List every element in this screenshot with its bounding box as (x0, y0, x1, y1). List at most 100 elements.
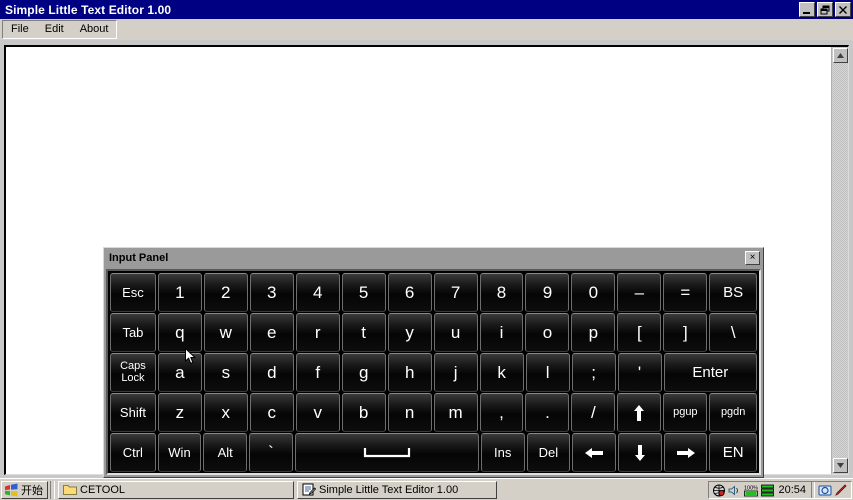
input-panel-title: Input Panel (109, 252, 169, 264)
key-4[interactable]: 4 (295, 273, 340, 312)
minimize-button[interactable] (799, 2, 815, 17)
key-l[interactable]: l (525, 353, 570, 392)
pen-icon[interactable] (834, 483, 848, 497)
key-label: v (313, 402, 322, 422)
key-3[interactable]: 3 (249, 273, 294, 312)
key-9[interactable]: 9 (525, 273, 570, 312)
key-m[interactable]: m (433, 393, 478, 432)
key-c[interactable]: c (249, 393, 294, 432)
taskbar-item-text-editor[interactable]: Simple Little Text Editor 1.00 (297, 480, 497, 499)
key-w[interactable]: w (203, 313, 248, 352)
key-0[interactable]: 0 (571, 273, 616, 312)
key-x[interactable]: x (203, 393, 248, 432)
key-bs[interactable]: BS (709, 273, 758, 312)
camera-icon[interactable] (818, 484, 832, 497)
key-label: l (545, 362, 550, 382)
taskbar-item-label: CETOOL (80, 483, 126, 496)
key-sym[interactable]: = (663, 273, 708, 312)
network-icon[interactable] (712, 484, 726, 497)
key-h[interactable]: h (387, 353, 432, 392)
key-n[interactable]: n (387, 393, 432, 432)
key-o[interactable]: o (525, 313, 570, 352)
key-ctrl[interactable]: Ctrl (110, 433, 156, 472)
key-sym[interactable] (618, 433, 662, 472)
key-k[interactable]: k (479, 353, 524, 392)
key-alt[interactable]: Alt (203, 433, 248, 472)
key-del[interactable]: Del (526, 433, 571, 472)
key-g[interactable]: g (341, 353, 386, 392)
key-y[interactable]: y (387, 313, 432, 352)
key-q[interactable]: q (157, 313, 202, 352)
key-capslock[interactable]: Caps Lock (110, 353, 156, 392)
key-sym[interactable] (617, 393, 662, 432)
key-1[interactable]: 1 (157, 273, 202, 312)
vertical-scrollbar[interactable] (831, 47, 848, 474)
key-7[interactable]: 7 (433, 273, 478, 312)
key-sym[interactable] (294, 433, 479, 472)
scroll-down-button[interactable] (833, 458, 848, 473)
key-e[interactable]: e (249, 313, 294, 352)
key-sym[interactable]: \ (709, 313, 758, 352)
key-esc[interactable]: Esc (110, 273, 156, 312)
key-sym[interactable]: , (479, 393, 524, 432)
key-sym[interactable]: / (571, 393, 616, 432)
menu-edit[interactable]: Edit (37, 21, 72, 38)
input-panel-close-button[interactable]: × (745, 251, 760, 265)
key-s[interactable]: s (203, 353, 248, 392)
key-z[interactable]: z (157, 393, 202, 432)
key-a[interactable]: a (157, 353, 202, 392)
keyboard-row: Caps Lock a s d f g h j k l; ' Enter (110, 353, 758, 392)
key-r[interactable]: r (295, 313, 340, 352)
scroll-up-button[interactable] (833, 48, 848, 63)
key-label: f (315, 362, 321, 382)
key-pgup[interactable]: pgup (663, 393, 708, 432)
key-sym[interactable] (572, 433, 616, 472)
battery-100-icon[interactable]: 100% (744, 484, 759, 497)
key-ins[interactable]: Ins (480, 433, 525, 472)
key-en[interactable]: EN (709, 433, 757, 472)
key-6[interactable]: 6 (387, 273, 432, 312)
key-label: – (634, 282, 645, 302)
key-j[interactable]: j (433, 353, 478, 392)
key-sym[interactable] (663, 433, 708, 472)
signal-icon[interactable] (761, 484, 775, 497)
key-win[interactable]: Win (157, 433, 202, 472)
key-sym[interactable]: ` (249, 433, 293, 472)
key-i[interactable]: i (479, 313, 524, 352)
key-shift[interactable]: Shift (110, 393, 156, 432)
key-label: g (359, 362, 369, 382)
key-b[interactable]: b (341, 393, 386, 432)
key-sym[interactable]: – (617, 273, 662, 312)
clock[interactable]: 20:54 (775, 484, 809, 496)
key-d[interactable]: d (249, 353, 294, 392)
key-5[interactable]: 5 (341, 273, 386, 312)
key-p[interactable]: p (571, 313, 616, 352)
key-sym[interactable]: ; (571, 353, 616, 392)
key-8[interactable]: 8 (479, 273, 524, 312)
restore-button[interactable] (817, 2, 833, 17)
close-button[interactable] (835, 2, 851, 17)
key-t[interactable]: t (341, 313, 386, 352)
key-u[interactable]: u (433, 313, 478, 352)
key-label: d (267, 362, 277, 382)
key-f[interactable]: f (295, 353, 340, 392)
system-tray: 100% 20:54 (708, 481, 852, 499)
key-sym[interactable]: [ (617, 313, 662, 352)
key-sym[interactable]: ' (617, 353, 662, 392)
key-label: = (680, 282, 691, 302)
screen: Simple Little Text Editor 1.00 File Edit… (0, 0, 853, 500)
menu-about[interactable]: About (72, 21, 117, 38)
menu-file[interactable]: File (3, 21, 37, 38)
key-pgdn[interactable]: pgdn (709, 393, 758, 432)
volume-icon[interactable] (728, 484, 742, 497)
taskbar-item-cetool[interactable]: CETOOL (58, 480, 294, 499)
key-2[interactable]: 2 (203, 273, 248, 312)
key-sym[interactable]: ] (663, 313, 708, 352)
key-enter[interactable]: Enter (663, 353, 758, 392)
key-label: . (545, 402, 550, 422)
start-button[interactable]: 开始 (1, 480, 48, 499)
key-sym[interactable]: . (525, 393, 570, 432)
key-tab[interactable]: Tab (110, 313, 156, 352)
key-v[interactable]: v (295, 393, 340, 432)
input-panel-titlebar: Input Panel × (105, 249, 762, 267)
